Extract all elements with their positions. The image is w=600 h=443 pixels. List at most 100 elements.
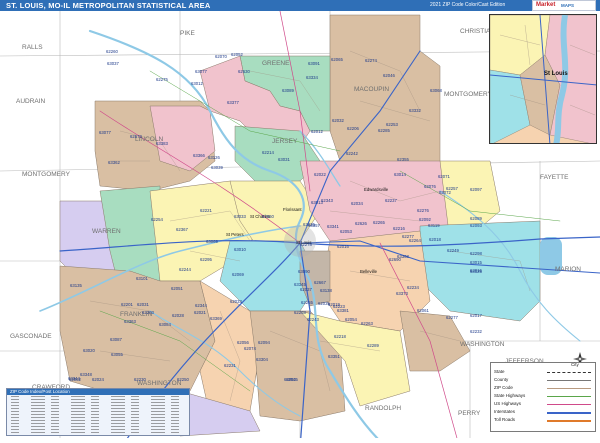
city-label: Florissant bbox=[283, 207, 302, 212]
zip-label: 63016 bbox=[470, 268, 483, 273]
logo-text-maps: MAPS bbox=[561, 3, 575, 8]
zip-label: 62289 bbox=[367, 343, 380, 348]
legend-swatch-toll-roads bbox=[547, 420, 591, 422]
zip-label: 63077 bbox=[195, 69, 208, 74]
zip-label: 62018 bbox=[429, 237, 442, 242]
zip-label: 62265 bbox=[373, 220, 386, 225]
zip-label: 63069 bbox=[206, 239, 219, 244]
zip-label: 62028 bbox=[172, 313, 185, 318]
county-label: WASHINGTON bbox=[460, 341, 505, 348]
zip-label: 62295 bbox=[200, 257, 213, 262]
inset-svg: St Louis bbox=[490, 15, 596, 143]
zip-label: 62250 bbox=[177, 377, 190, 382]
zip-label: 62243 bbox=[307, 317, 320, 322]
city-label: Belleville bbox=[360, 269, 378, 274]
zip-label: 62275 bbox=[156, 77, 169, 82]
county-label: RALLS bbox=[22, 44, 43, 51]
county-label: PERRY bbox=[458, 410, 481, 417]
zip-label: 62056 bbox=[237, 340, 250, 345]
zip-label: 62285 bbox=[378, 128, 391, 133]
zip-index-column bbox=[111, 396, 125, 435]
zip-label: 62053 bbox=[340, 229, 353, 234]
zip-label: 62626 bbox=[355, 221, 368, 226]
zip-index-column bbox=[131, 396, 139, 435]
zip-label: 62242 bbox=[346, 151, 359, 156]
zip-label: 62278 bbox=[300, 242, 313, 247]
zip-index-table: ZIP Code Index/Post Location bbox=[6, 388, 190, 436]
zip-label: 63362 bbox=[108, 160, 121, 165]
zip-label: 62037 bbox=[300, 287, 313, 292]
zip-label: 63033 bbox=[234, 214, 247, 219]
zip-index-column bbox=[91, 396, 99, 435]
zip-label: 62097 bbox=[470, 187, 483, 192]
zip-label: 62071 bbox=[438, 174, 451, 179]
zip-label: 62253 bbox=[386, 122, 399, 127]
zip-label: 62076 bbox=[424, 184, 437, 189]
zip-label: 62031 bbox=[137, 302, 150, 307]
county-label: MARION bbox=[555, 266, 581, 273]
zip-label: 62255 bbox=[301, 300, 314, 305]
county-label: FAYETTE bbox=[540, 174, 569, 181]
zip-label: 63357 bbox=[308, 223, 321, 228]
zip-label: 62022 bbox=[314, 172, 327, 177]
county-label: MONTGOMERY bbox=[22, 171, 71, 178]
st-louis-inset[interactable]: St Louis bbox=[489, 14, 597, 144]
zip-label: 62367 bbox=[176, 227, 189, 232]
zip-label: 62216 bbox=[393, 226, 406, 231]
zip-label: 63089 bbox=[282, 88, 295, 93]
zip-label: 63332 bbox=[409, 108, 422, 113]
zip-label: 62074 bbox=[244, 346, 257, 351]
county-label: MONTGOMERY bbox=[444, 91, 493, 98]
zip-label: 62221 bbox=[200, 208, 213, 213]
zip-index-column bbox=[31, 396, 45, 435]
zip-label: 63014 bbox=[394, 172, 407, 177]
zip-label: 62237 bbox=[385, 198, 398, 203]
zip-label: 63072 bbox=[439, 190, 452, 195]
zip-index-column bbox=[71, 396, 85, 435]
zip-label: 63012 bbox=[191, 81, 204, 86]
county-label: GREENE bbox=[262, 60, 290, 67]
map-title: ST. LOUIS, MO-IL METROPOLITAN STATISTICA… bbox=[6, 1, 211, 10]
zip-label: 63383 bbox=[156, 141, 169, 146]
zip-label: 63020 bbox=[83, 348, 96, 353]
zip-label: 62260 bbox=[106, 49, 119, 54]
zip-label: 62033 bbox=[230, 299, 243, 304]
zip-label: 62244 bbox=[179, 267, 192, 272]
zip-label: 63039 bbox=[211, 165, 224, 170]
zip-label: 63366 bbox=[193, 153, 206, 158]
zip-label: 62218 bbox=[334, 334, 347, 339]
legend-swatch-state-highways bbox=[547, 396, 591, 397]
zip-label: 63369 bbox=[210, 316, 223, 321]
zip-label: 62069 bbox=[232, 272, 245, 277]
zip-label: 62051 bbox=[171, 286, 184, 291]
zip-label: 63013 bbox=[311, 200, 324, 205]
zip-label: 63087 bbox=[110, 337, 123, 342]
legend-swatch-zip bbox=[547, 388, 591, 389]
zip-label: 63119 bbox=[428, 223, 440, 228]
county-label: WARREN bbox=[92, 228, 121, 235]
zip-label: 62070 bbox=[215, 54, 228, 59]
zip-label: 63031 bbox=[278, 157, 291, 162]
legend-label-city: City bbox=[571, 362, 579, 367]
county-label: PIKE bbox=[180, 30, 195, 37]
zip-label: 62094 bbox=[258, 340, 271, 345]
zip-label: 63341 bbox=[327, 224, 340, 229]
zip-label: 63101 bbox=[136, 276, 149, 281]
legend-label-state-highways: State Highways bbox=[494, 393, 526, 398]
zip-index-column bbox=[51, 396, 59, 435]
zip-label: 62052 bbox=[231, 52, 244, 57]
zip-label: 62046 bbox=[383, 73, 396, 78]
zip-label: 62249 bbox=[447, 248, 460, 253]
zip-label: 63090 bbox=[298, 269, 311, 274]
zip-label: 63091 bbox=[308, 61, 321, 66]
legend-label-zip: ZIP Code bbox=[494, 385, 513, 390]
zip-label: 62012 bbox=[311, 129, 324, 134]
county-label: RANDOLPH bbox=[365, 405, 401, 412]
zip-label: 63010 bbox=[234, 247, 247, 252]
zip-label: 62274 bbox=[365, 58, 378, 63]
zip-label: 63348 bbox=[80, 372, 93, 377]
zip-label: 62344 bbox=[195, 303, 208, 308]
zip-label: 63015 bbox=[470, 260, 483, 265]
county-label: JERSEY bbox=[272, 138, 298, 145]
zip-label: 62016 bbox=[337, 244, 350, 249]
